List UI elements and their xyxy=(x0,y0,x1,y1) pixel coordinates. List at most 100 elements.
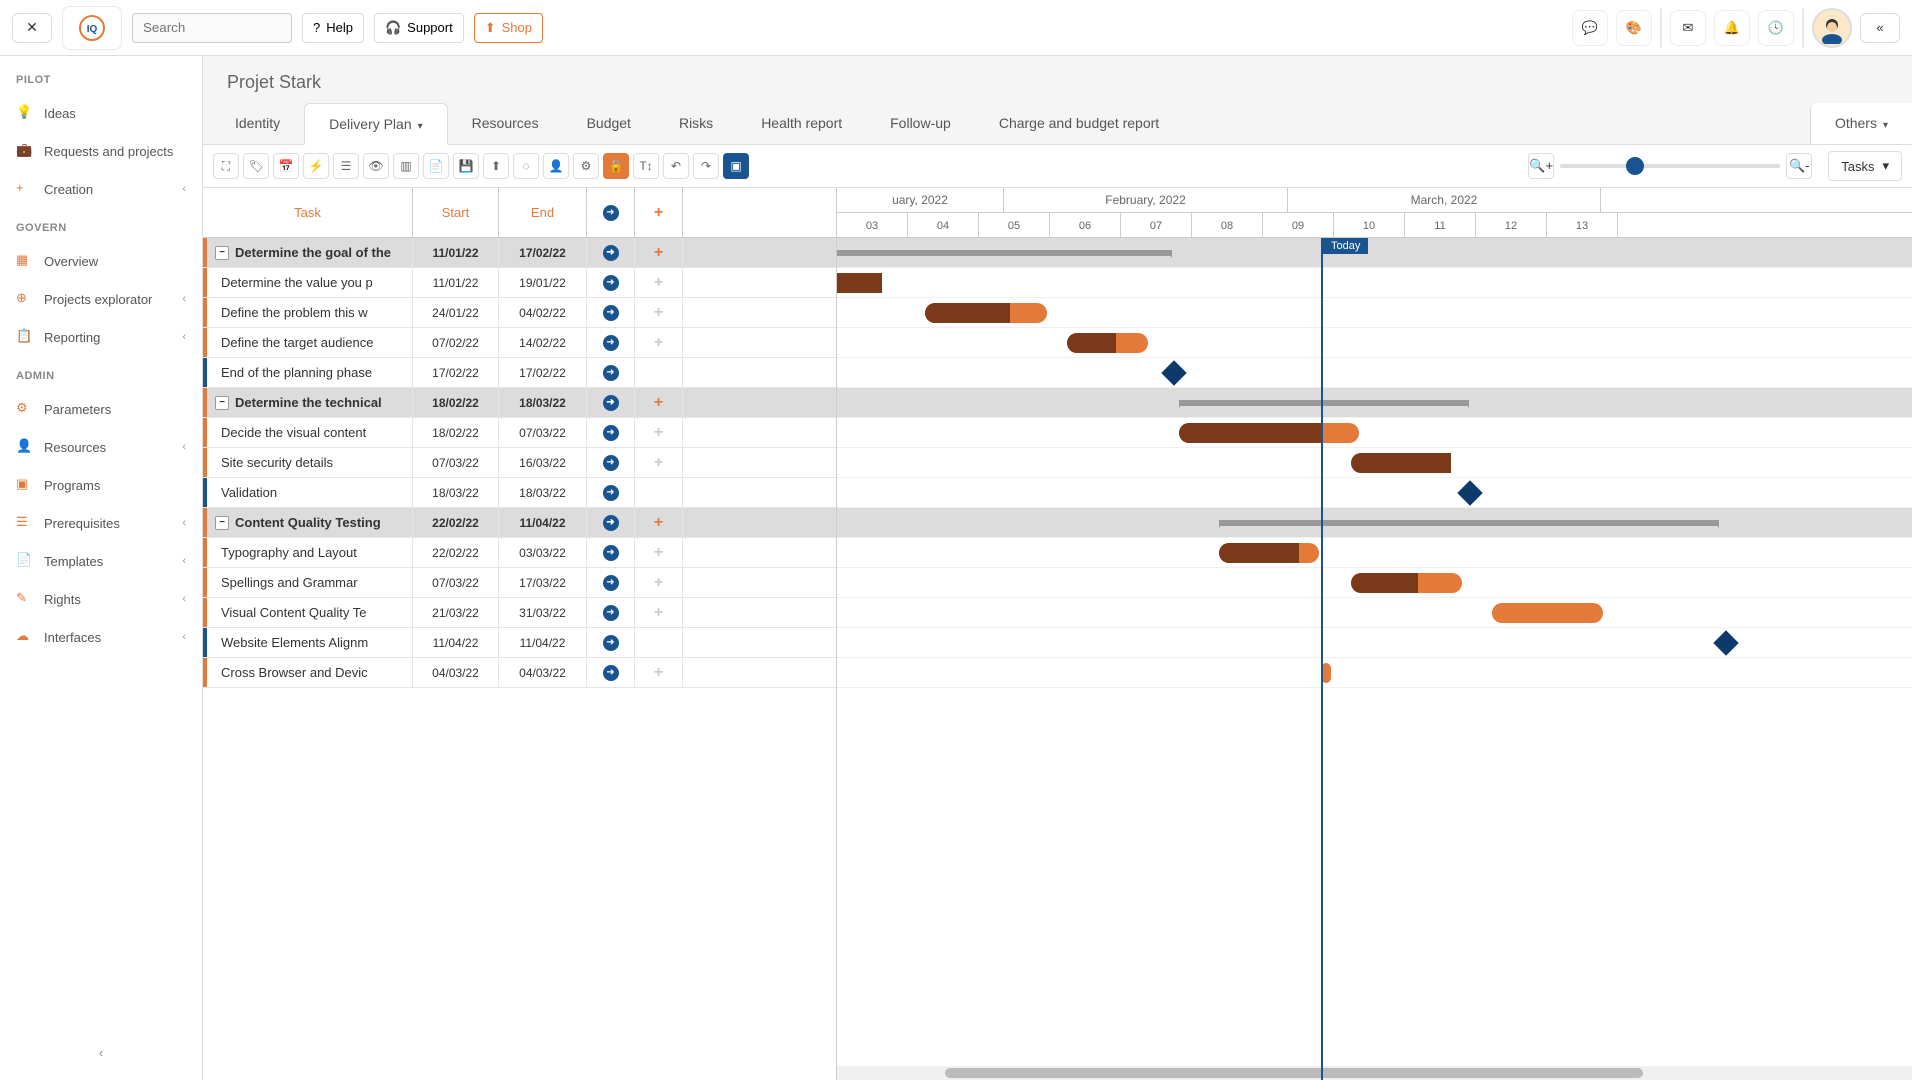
info-icon[interactable]: ➜ xyxy=(603,275,619,291)
task-bar[interactable] xyxy=(1179,423,1359,443)
history-button[interactable]: 🕓 xyxy=(1758,10,1794,46)
table-row[interactable]: −Determine the technical18/02/2218/03/22… xyxy=(203,388,836,418)
add-icon[interactable]: + xyxy=(651,305,667,321)
task-bar[interactable] xyxy=(1351,453,1451,473)
info-icon[interactable]: ➜ xyxy=(603,635,619,651)
table-row[interactable]: Validation18/03/2218/03/22➜ xyxy=(203,478,836,508)
add-icon[interactable]: + xyxy=(651,665,667,681)
tab-resources[interactable]: Resources xyxy=(448,103,563,144)
tab-budget[interactable]: Budget xyxy=(563,103,655,144)
tool-calendar[interactable]: 📅 xyxy=(273,153,299,179)
close-button[interactable]: ✕ xyxy=(12,13,52,43)
tab-health[interactable]: Health report xyxy=(737,103,866,144)
add-icon[interactable]: + xyxy=(651,245,667,261)
search-input[interactable] xyxy=(132,13,292,43)
info-icon[interactable]: ➜ xyxy=(603,605,619,621)
col-task[interactable]: Task xyxy=(203,188,413,237)
tool-list[interactable]: ☰ xyxy=(333,153,359,179)
sidebar-item-requests[interactable]: 💼Requests and projects xyxy=(0,132,202,170)
scrollbar-thumb[interactable] xyxy=(945,1068,1644,1078)
chat-button[interactable]: 💬 xyxy=(1572,10,1608,46)
tool-bolt[interactable]: ⚡ xyxy=(303,153,329,179)
sidebar-item-creation[interactable]: +Creation‹ xyxy=(0,170,202,208)
table-row[interactable]: Cross Browser and Devic04/03/2204/03/22➜… xyxy=(203,658,836,688)
info-icon[interactable]: ➜ xyxy=(603,485,619,501)
collapse-panel-button[interactable]: « xyxy=(1860,13,1900,43)
theme-button[interactable]: 🎨 xyxy=(1616,10,1652,46)
tool-text[interactable]: T↕ xyxy=(633,153,659,179)
collapse-icon[interactable]: − xyxy=(215,246,229,260)
tool-user[interactable]: 👤 xyxy=(543,153,569,179)
info-icon[interactable]: ➜ xyxy=(603,245,619,261)
table-row[interactable]: Site security details07/03/2216/03/22➜+ xyxy=(203,448,836,478)
task-bar[interactable] xyxy=(1351,573,1462,593)
tool-export[interactable]: ⬆ xyxy=(483,153,509,179)
zoom-in-button[interactable]: 🔍+ xyxy=(1528,153,1554,179)
add-icon[interactable]: + xyxy=(651,455,667,471)
table-row[interactable]: Typography and Layout22/02/2203/03/22➜+ xyxy=(203,538,836,568)
tool-lock[interactable]: 🔓 xyxy=(603,153,629,179)
summary-bar[interactable] xyxy=(837,250,1172,256)
info-icon[interactable]: ➜ xyxy=(603,665,619,681)
horizontal-scrollbar[interactable] xyxy=(837,1066,1912,1080)
task-bar[interactable] xyxy=(925,303,1047,323)
info-icon[interactable]: ➜ xyxy=(603,575,619,591)
support-button[interactable]: 🎧Support xyxy=(374,13,464,43)
sidebar-item-reporting[interactable]: 📋Reporting‹ xyxy=(0,318,202,356)
tool-redo[interactable]: ↷ xyxy=(693,153,719,179)
info-icon[interactable]: ➜ xyxy=(603,545,619,561)
task-bar[interactable] xyxy=(1067,333,1148,353)
tab-risks[interactable]: Risks xyxy=(655,103,737,144)
tool-file[interactable]: 📄 xyxy=(423,153,449,179)
tasks-dropdown[interactable]: Tasks▾ xyxy=(1828,151,1902,181)
task-bar[interactable] xyxy=(837,273,882,293)
tab-delivery-plan[interactable]: Delivery Plan▾ xyxy=(304,103,448,145)
table-row[interactable]: Decide the visual content18/02/2207/03/2… xyxy=(203,418,836,448)
table-row[interactable]: Define the problem this w24/01/2204/02/2… xyxy=(203,298,836,328)
help-button[interactable]: ?Help xyxy=(302,13,364,43)
tool-columns[interactable]: ▥ xyxy=(393,153,419,179)
add-icon[interactable]: + xyxy=(651,515,667,531)
tool-undo[interactable]: ↶ xyxy=(663,153,689,179)
task-bar[interactable] xyxy=(1219,543,1319,563)
tool-view[interactable]: ▣ xyxy=(723,153,749,179)
tab-charge[interactable]: Charge and budget report xyxy=(975,103,1183,144)
info-icon[interactable]: ➜ xyxy=(603,425,619,441)
sidebar-item-interfaces[interactable]: ☁Interfaces‹ xyxy=(0,618,202,656)
table-row[interactable]: Website Elements Alignm11/04/2211/04/22➜ xyxy=(203,628,836,658)
sidebar-item-ideas[interactable]: 💡Ideas xyxy=(0,94,202,132)
sidebar-item-overview[interactable]: ▦Overview xyxy=(0,242,202,280)
summary-bar[interactable] xyxy=(1179,400,1469,406)
tab-followup[interactable]: Follow-up xyxy=(866,103,975,144)
info-icon[interactable]: ➜ xyxy=(603,365,619,381)
info-icon[interactable]: ➜ xyxy=(603,335,619,351)
tab-others[interactable]: Others▾ xyxy=(1810,103,1912,144)
mail-button[interactable]: ✉ xyxy=(1670,10,1706,46)
sidebar-item-templates[interactable]: 📄Templates‹ xyxy=(0,542,202,580)
collapse-icon[interactable]: − xyxy=(215,396,229,410)
tool-save[interactable]: 💾 xyxy=(453,153,479,179)
user-avatar[interactable] xyxy=(1812,8,1852,48)
table-row[interactable]: End of the planning phase17/02/2217/02/2… xyxy=(203,358,836,388)
sidebar-item-explorator[interactable]: ⊕Projects explorator‹ xyxy=(0,280,202,318)
add-icon[interactable]: + xyxy=(651,395,667,411)
table-row[interactable]: Define the target audience07/02/2214/02/… xyxy=(203,328,836,358)
info-icon[interactable]: ➜ xyxy=(603,515,619,531)
add-icon[interactable]: + xyxy=(651,335,667,351)
add-icon[interactable]: + xyxy=(651,575,667,591)
logo[interactable]: IQ xyxy=(62,6,122,50)
zoom-slider[interactable] xyxy=(1560,164,1780,168)
sidebar-item-resources[interactable]: 👤Resources‹ xyxy=(0,428,202,466)
zoom-out-button[interactable]: 🔍- xyxy=(1786,153,1812,179)
gantt-timeline[interactable]: uary, 2022February, 2022March, 2022 0304… xyxy=(837,188,1912,1080)
info-icon[interactable]: ➜ xyxy=(603,305,619,321)
tool-eye[interactable]: 👁 xyxy=(363,153,389,179)
sidebar-item-prerequisites[interactable]: ☰Prerequisites‹ xyxy=(0,504,202,542)
milestone[interactable] xyxy=(1713,630,1738,655)
shop-button[interactable]: ⬆Shop xyxy=(474,13,543,43)
info-icon[interactable]: ➜ xyxy=(603,455,619,471)
table-row[interactable]: −Content Quality Testing22/02/2211/04/22… xyxy=(203,508,836,538)
col-end[interactable]: End xyxy=(499,188,587,237)
tool-tag[interactable]: 🏷 xyxy=(243,153,269,179)
sidebar-collapse-button[interactable]: ‹ xyxy=(0,1035,202,1070)
